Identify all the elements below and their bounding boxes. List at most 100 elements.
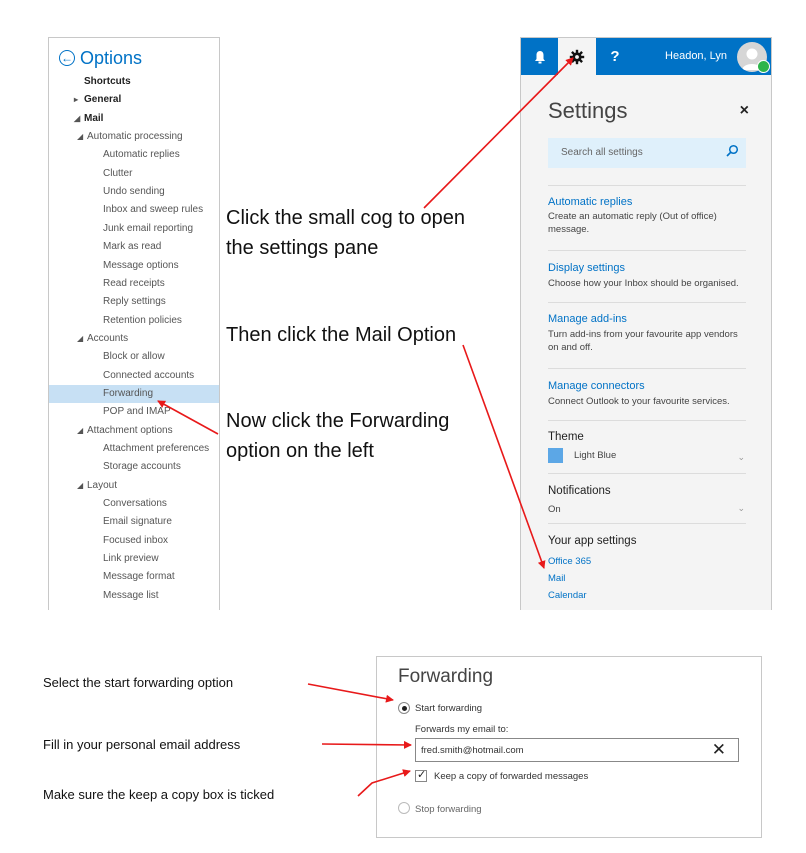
options-item-label: Message format (103, 571, 175, 583)
options-title: Options (80, 47, 143, 68)
theme-value[interactable]: Light Blue (574, 450, 616, 461)
keep-copy-checkbox[interactable]: ✓ (415, 769, 427, 782)
keep-copy-label[interactable]: Keep a copy of forwarded messages (434, 771, 588, 782)
options-item-message-format[interactable]: Message format (49, 568, 219, 586)
checkmark-icon: ✓ (417, 769, 427, 781)
manage-connectors-link[interactable]: Manage connectors (548, 380, 645, 392)
stop-forwarding-radio[interactable] (398, 802, 410, 814)
options-item-block-or-allow[interactable]: Block or allow (49, 348, 219, 366)
options-item-message-options[interactable]: Message options (49, 257, 219, 275)
notifications-button[interactable] (521, 38, 558, 75)
options-item-accounts[interactable]: ◢ Accounts (49, 330, 219, 348)
help-button[interactable]: ? (596, 38, 634, 75)
options-item-message-list[interactable]: Message list (49, 587, 219, 605)
options-item-mail[interactable]: ◢ Mail (49, 110, 219, 128)
caret-right-icon[interactable]: ▸ (74, 91, 84, 109)
online-status-icon (757, 60, 770, 73)
options-item-label: Read receipts (103, 277, 165, 289)
automatic-replies-link[interactable]: Automatic replies (548, 196, 632, 208)
mail-link[interactable]: Mail (548, 573, 565, 584)
options-item-read-receipts[interactable]: Read receipts (49, 275, 219, 293)
options-item-label: General (84, 94, 122, 106)
options-item-label: Junk email reporting (103, 222, 194, 234)
options-item-general[interactable]: ▸ General (49, 91, 219, 109)
back-arrow-icon[interactable]: ← (59, 50, 75, 66)
options-item-junk-email-reporting[interactable]: Junk email reporting (49, 220, 219, 238)
office-365-link[interactable]: Office 365 (548, 556, 591, 567)
search-placeholder: Search all settings (561, 147, 643, 158)
options-item-automatic-processing[interactable]: ◢ Automatic processing (49, 128, 219, 146)
options-item-forwarding[interactable]: Forwarding (49, 384, 219, 403)
calendar-link[interactable]: Calendar (548, 590, 587, 601)
options-item-email-signature[interactable]: Email signature (49, 513, 219, 531)
chevron-down-icon[interactable]: ⌄ (737, 452, 745, 463)
options-item-mark-as-read[interactable]: Mark as read (49, 238, 219, 256)
options-item-pop-and-imap[interactable]: POP and IMAP (49, 403, 219, 421)
options-item-clutter[interactable]: Clutter (49, 165, 219, 183)
theme-swatch[interactable] (548, 448, 563, 463)
options-item-inbox-and-sweep-rules[interactable]: Inbox and sweep rules (49, 201, 219, 219)
options-item-label: Accounts (87, 332, 129, 344)
options-item-label: Shortcuts (84, 76, 131, 87)
options-item-undo-sending[interactable]: Undo sending (49, 183, 219, 201)
display-settings-link[interactable]: Display settings (548, 262, 625, 274)
options-item-label: Conversations (103, 498, 167, 510)
options-item-label: Inbox and sweep rules (103, 204, 204, 216)
manage-addins-desc: Turn add-ins from your favourite app ven… (548, 329, 738, 353)
manage-connectors-desc: Connect Outlook to your favourite servic… (548, 396, 730, 407)
options-item-retention-policies[interactable]: Retention policies (49, 312, 219, 330)
options-item-label: Block or allow (103, 351, 165, 363)
options-item-label: Message options (103, 259, 179, 271)
options-item-storage-accounts[interactable]: Storage accounts (49, 458, 219, 476)
options-item-reply-settings[interactable]: Reply settings (49, 293, 219, 311)
options-item-label: Retention policies (103, 314, 182, 326)
options-item-layout[interactable]: ◢ Layout (49, 477, 219, 495)
options-item-label: Attachment options (87, 424, 173, 436)
options-item-automatic-replies[interactable]: Automatic replies (49, 146, 219, 164)
start-forwarding-label[interactable]: Start forwarding (415, 703, 482, 714)
caret-down-icon[interactable]: ◢ (77, 330, 87, 348)
options-item-conversations[interactable]: Conversations (49, 495, 219, 513)
search-icon[interactable] (725, 144, 739, 158)
options-item-connected-accounts[interactable]: Connected accounts (49, 367, 219, 385)
divider (548, 302, 746, 303)
options-item-label: Mark as read (103, 241, 162, 253)
start-forwarding-radio[interactable] (398, 702, 410, 714)
annotation-mail: Then click the Mail Option (226, 324, 457, 346)
options-item-attachment-preferences[interactable]: Attachment preferences (49, 440, 219, 458)
chevron-down-icon[interactable]: ⌄ (737, 503, 745, 514)
options-item-label: Clutter (103, 167, 133, 179)
notifications-value[interactable]: On (548, 504, 561, 515)
manage-addins-link[interactable]: Manage add-ins (548, 313, 627, 325)
options-item-link-preview[interactable]: Link preview (49, 550, 219, 568)
options-item-label: Mail (84, 112, 104, 124)
divider (548, 420, 746, 421)
annotation-forwarding-line2: option on the left (226, 440, 374, 462)
options-item-label: Undo sending (103, 186, 165, 198)
help-icon: ? (610, 48, 620, 65)
close-icon[interactable]: × (740, 102, 749, 120)
settings-pane: ? Headon, Lyn Settings × Search all sett… (520, 37, 772, 610)
caret-down-icon[interactable]: ◢ (77, 477, 87, 495)
annotation-select-start: Select the start forwarding option (43, 675, 234, 690)
options-item-attachment-options[interactable]: ◢ Attachment options (49, 422, 219, 440)
options-item-shortcuts[interactable]: Shortcuts (49, 73, 219, 91)
options-header[interactable]: ← Options (59, 46, 142, 70)
caret-down-icon[interactable]: ◢ (77, 422, 87, 440)
automatic-replies-desc: Create an automatic reply (Out of office… (548, 211, 717, 235)
divider (548, 523, 746, 524)
clear-icon[interactable]: ✕ (712, 740, 726, 760)
caret-down-icon[interactable]: ◢ (77, 128, 87, 146)
forward-email-input[interactable]: fred.smith@hotmail.com ✕ (415, 738, 739, 762)
options-item-focused-inbox[interactable]: Focused inbox (49, 532, 219, 550)
stop-forwarding-label[interactable]: Stop forwarding (415, 804, 482, 815)
gear-icon (569, 49, 585, 64)
divider (548, 473, 746, 474)
forwarding-panel: Forwarding Start forwarding Forwards my … (376, 656, 762, 838)
app-settings-heading: Your app settings (548, 535, 637, 547)
settings-cog-button[interactable] (558, 38, 596, 75)
options-item-label: Attachment preferences (103, 443, 210, 454)
caret-down-icon[interactable]: ◢ (74, 110, 84, 128)
settings-search-input[interactable]: Search all settings (548, 138, 746, 168)
user-name[interactable]: Headon, Lyn (665, 50, 727, 62)
